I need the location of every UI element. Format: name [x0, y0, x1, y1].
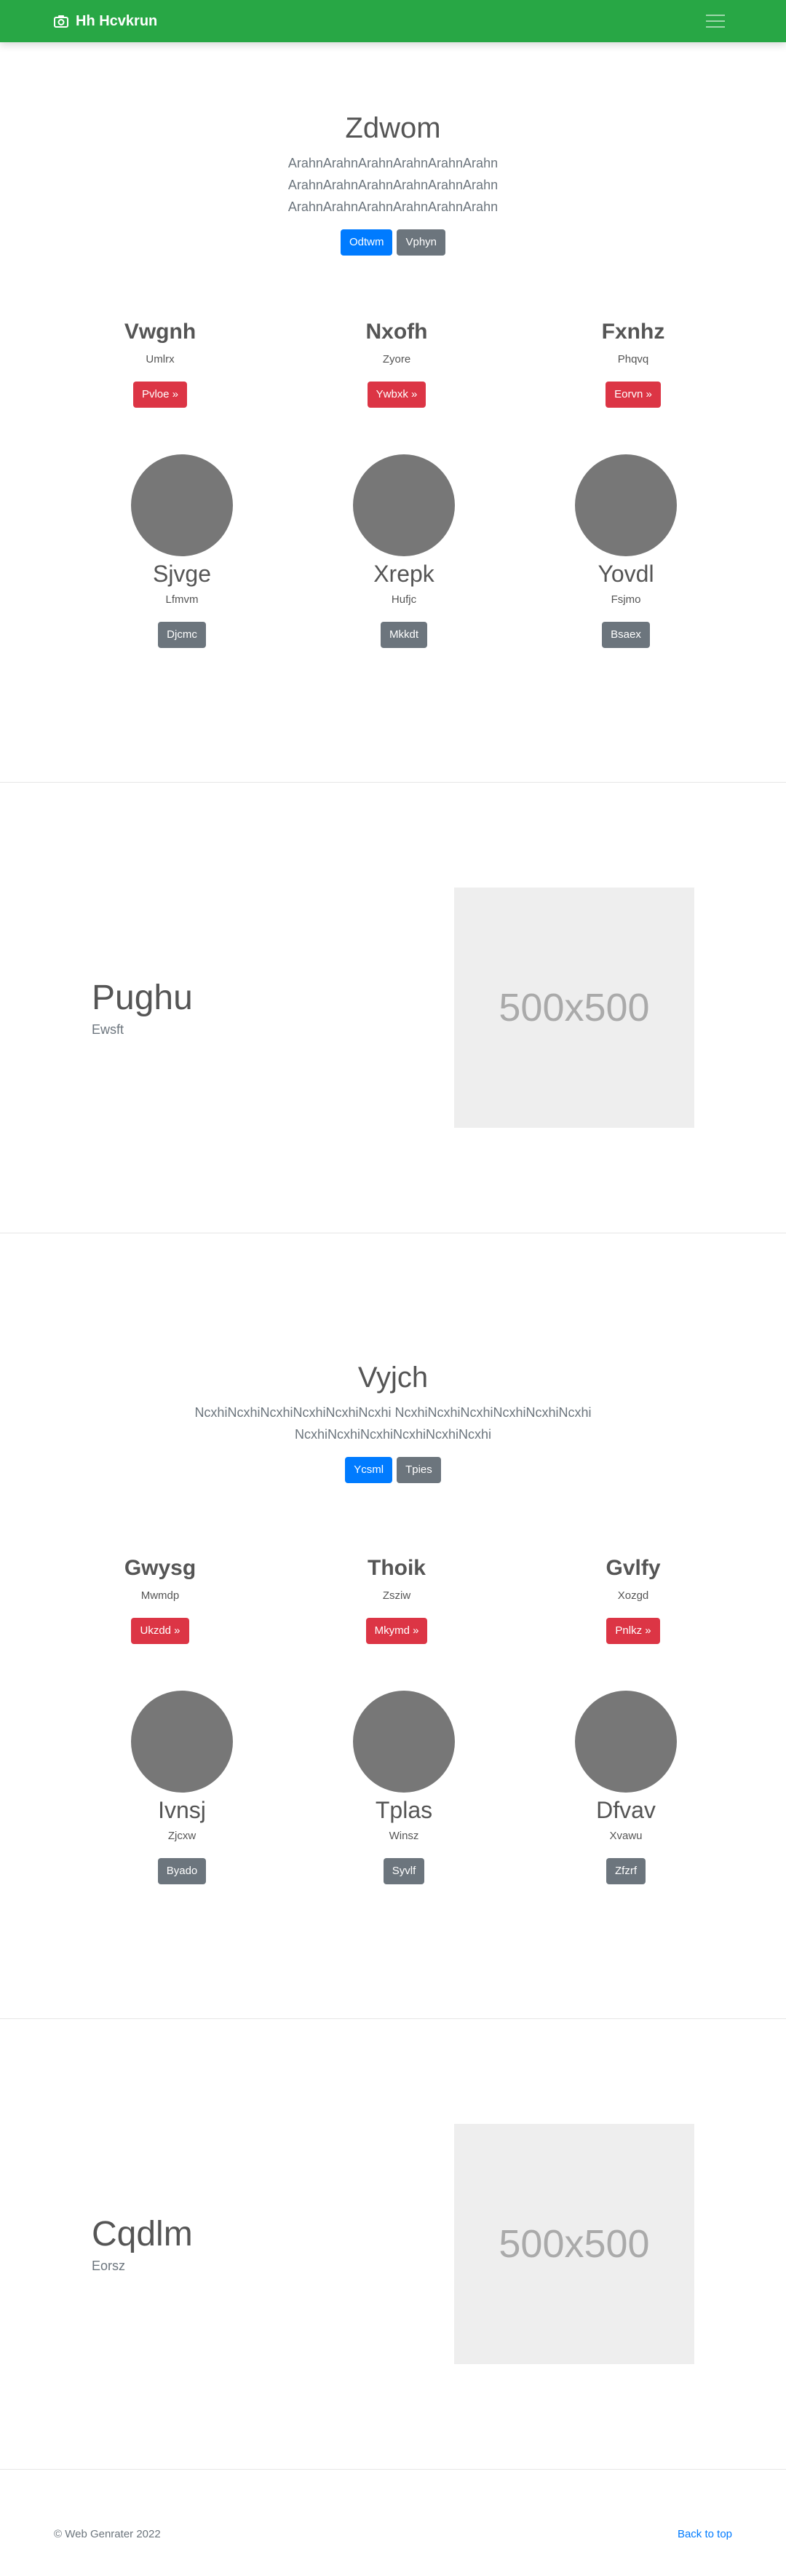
profile-card: Ivnsj Zjcxw Byado	[131, 1691, 233, 1884]
feature-title: Vwgnh	[124, 320, 196, 344]
split-section-1: Pughu Ewsft 500x500	[0, 783, 786, 1233]
features-row-2: Gwysg Mwmdp Ukzdd » Thoik Zsziw Mkymd » …	[0, 1556, 786, 1644]
feature-card: Vwgnh Umlrx Pvloe »	[51, 320, 269, 408]
hero-title: Vyjch	[357, 1362, 429, 1394]
profile-subtitle: Hufjc	[391, 593, 417, 606]
feature-subtitle: Zyore	[382, 353, 411, 366]
avatar	[131, 1691, 233, 1793]
feature-button[interactable]: Pnlkz »	[606, 1618, 660, 1644]
feature-subtitle: Umlrx	[146, 353, 175, 366]
profile-subtitle: Winsz	[389, 1830, 419, 1842]
avatar	[575, 1691, 677, 1793]
avatar	[353, 1691, 455, 1793]
hamburger-menu-icon	[706, 15, 725, 16]
profile-title: Xrepk	[373, 561, 434, 587]
brand-name: Hh Hcvkrun	[76, 12, 158, 29]
split-text: Cqdlm Eorsz	[92, 2214, 193, 2274]
feature-subtitle: Phqvq	[617, 353, 649, 366]
hero-primary-button[interactable]: Ycsml	[345, 1457, 393, 1483]
profile-card: Xrepk Hufjc Mkkdt	[353, 454, 455, 648]
hero-buttons: Odtwm Vphyn	[0, 229, 786, 256]
profile-card: Tplas Winsz Syvlf	[353, 1691, 455, 1884]
avatar	[131, 454, 233, 556]
feature-subtitle: Zsziw	[382, 1589, 411, 1602]
avatar	[353, 454, 455, 556]
profile-card: Dfvav Xvawu Zfzrf	[575, 1691, 677, 1884]
feature-title: Thoik	[368, 1556, 426, 1580]
profile-card: Sjvge Lfmvm Djcmc	[131, 454, 233, 648]
hero-secondary-button[interactable]: Tpies	[397, 1457, 441, 1483]
navbar: Hh Hcvkrun	[0, 0, 786, 42]
profile-subtitle: Fsjmo	[611, 593, 641, 606]
profile-title: Tplas	[375, 1797, 433, 1823]
profile-subtitle: Xvawu	[609, 1830, 643, 1842]
feature-card: Gwysg Mwmdp Ukzdd »	[51, 1556, 269, 1644]
profile-button[interactable]: Bsaex	[602, 622, 650, 648]
feature-button[interactable]: Ywbxk »	[367, 382, 426, 408]
profile-button[interactable]: Zfzrf	[606, 1858, 646, 1884]
hero-lead: NcxhiNcxhiNcxhiNcxhiNcxhiNcxhi NcxhiNcxh…	[194, 1405, 592, 1442]
feature-card: Nxofh Zyore Ywbxk »	[287, 320, 506, 408]
feature-button[interactable]: Ukzdd »	[131, 1618, 189, 1644]
feature-title: Gwysg	[124, 1556, 196, 1580]
feature-subtitle: Xozgd	[617, 1589, 649, 1602]
camera-icon	[54, 15, 68, 28]
feature-title: Fxnhz	[601, 320, 665, 344]
split-title: Pughu	[92, 979, 193, 1017]
profile-subtitle: Lfmvm	[165, 593, 199, 606]
footer: © Web Genrater 2022 Back to top	[0, 2470, 786, 2546]
feature-card: Thoik Zsziw Mkymd »	[287, 1556, 506, 1644]
profiles-row-2: Ivnsj Zjcxw Byado Tplas Winsz Syvlf Dfva…	[0, 1691, 786, 1884]
profile-button[interactable]: Syvlf	[383, 1858, 425, 1884]
profile-title: Yovdl	[598, 561, 654, 587]
profile-button[interactable]: Mkkdt	[380, 622, 427, 648]
hero-title: Zdwom	[345, 112, 441, 144]
profile-subtitle: Zjcxw	[167, 1830, 196, 1842]
split-section-2: Cqdlm Eorsz 500x500	[0, 2019, 786, 2469]
feature-button[interactable]: Eorvn »	[606, 382, 661, 408]
feature-button[interactable]: Pvloe »	[132, 382, 188, 408]
hero-secondary-button[interactable]: Vphyn	[397, 229, 446, 256]
split-title: Cqdlm	[92, 2215, 193, 2253]
profile-title: Sjvge	[152, 561, 212, 587]
placeholder-image: 500x500	[454, 2124, 694, 2364]
hero-section-1: Zdwom ArahnArahnArahnArahnArahnArahn Ara…	[0, 42, 786, 256]
profile-card: Yovdl Fsjmo Bsaex	[575, 454, 677, 648]
copyright-text: © Web Genrater 2022	[54, 2528, 161, 2540]
feature-title: Gvlfy	[606, 1556, 661, 1580]
hero-section-2: Vyjch NcxhiNcxhiNcxhiNcxhiNcxhiNcxhi Ncx…	[0, 1233, 786, 1483]
feature-card: Gvlfy Xozgd Pnlkz »	[524, 1556, 742, 1644]
profile-button[interactable]: Djcmc	[158, 622, 206, 648]
hero-primary-button[interactable]: Odtwm	[340, 229, 393, 256]
brand-link[interactable]: Hh Hcvkrun	[54, 13, 157, 30]
back-to-top-link[interactable]: Back to top	[678, 2528, 732, 2540]
hero-buttons: Ycsml Tpies	[0, 1457, 786, 1483]
split-subtitle: Ewsft	[92, 1022, 124, 1037]
profile-title: Dfvav	[596, 1797, 656, 1823]
feature-button[interactable]: Mkymd »	[365, 1618, 428, 1644]
split-text: Pughu Ewsft	[92, 978, 193, 1038]
navbar-toggler[interactable]	[699, 7, 732, 35]
feature-card: Fxnhz Phqvq Eorvn »	[524, 320, 742, 408]
profiles-row-1: Sjvge Lfmvm Djcmc Xrepk Hufjc Mkkdt Yovd…	[0, 454, 786, 648]
profile-button[interactable]: Byado	[157, 1858, 207, 1884]
avatar	[575, 454, 677, 556]
split-subtitle: Eorsz	[92, 2259, 126, 2273]
profile-title: Ivnsj	[158, 1797, 206, 1823]
placeholder-image: 500x500	[454, 888, 694, 1128]
feature-subtitle: Mwmdp	[140, 1589, 180, 1602]
features-row-1: Vwgnh Umlrx Pvloe » Nxofh Zyore Ywbxk » …	[0, 320, 786, 408]
feature-title: Nxofh	[365, 320, 428, 344]
hero-lead: ArahnArahnArahnArahnArahnArahn ArahnArah…	[287, 156, 499, 214]
